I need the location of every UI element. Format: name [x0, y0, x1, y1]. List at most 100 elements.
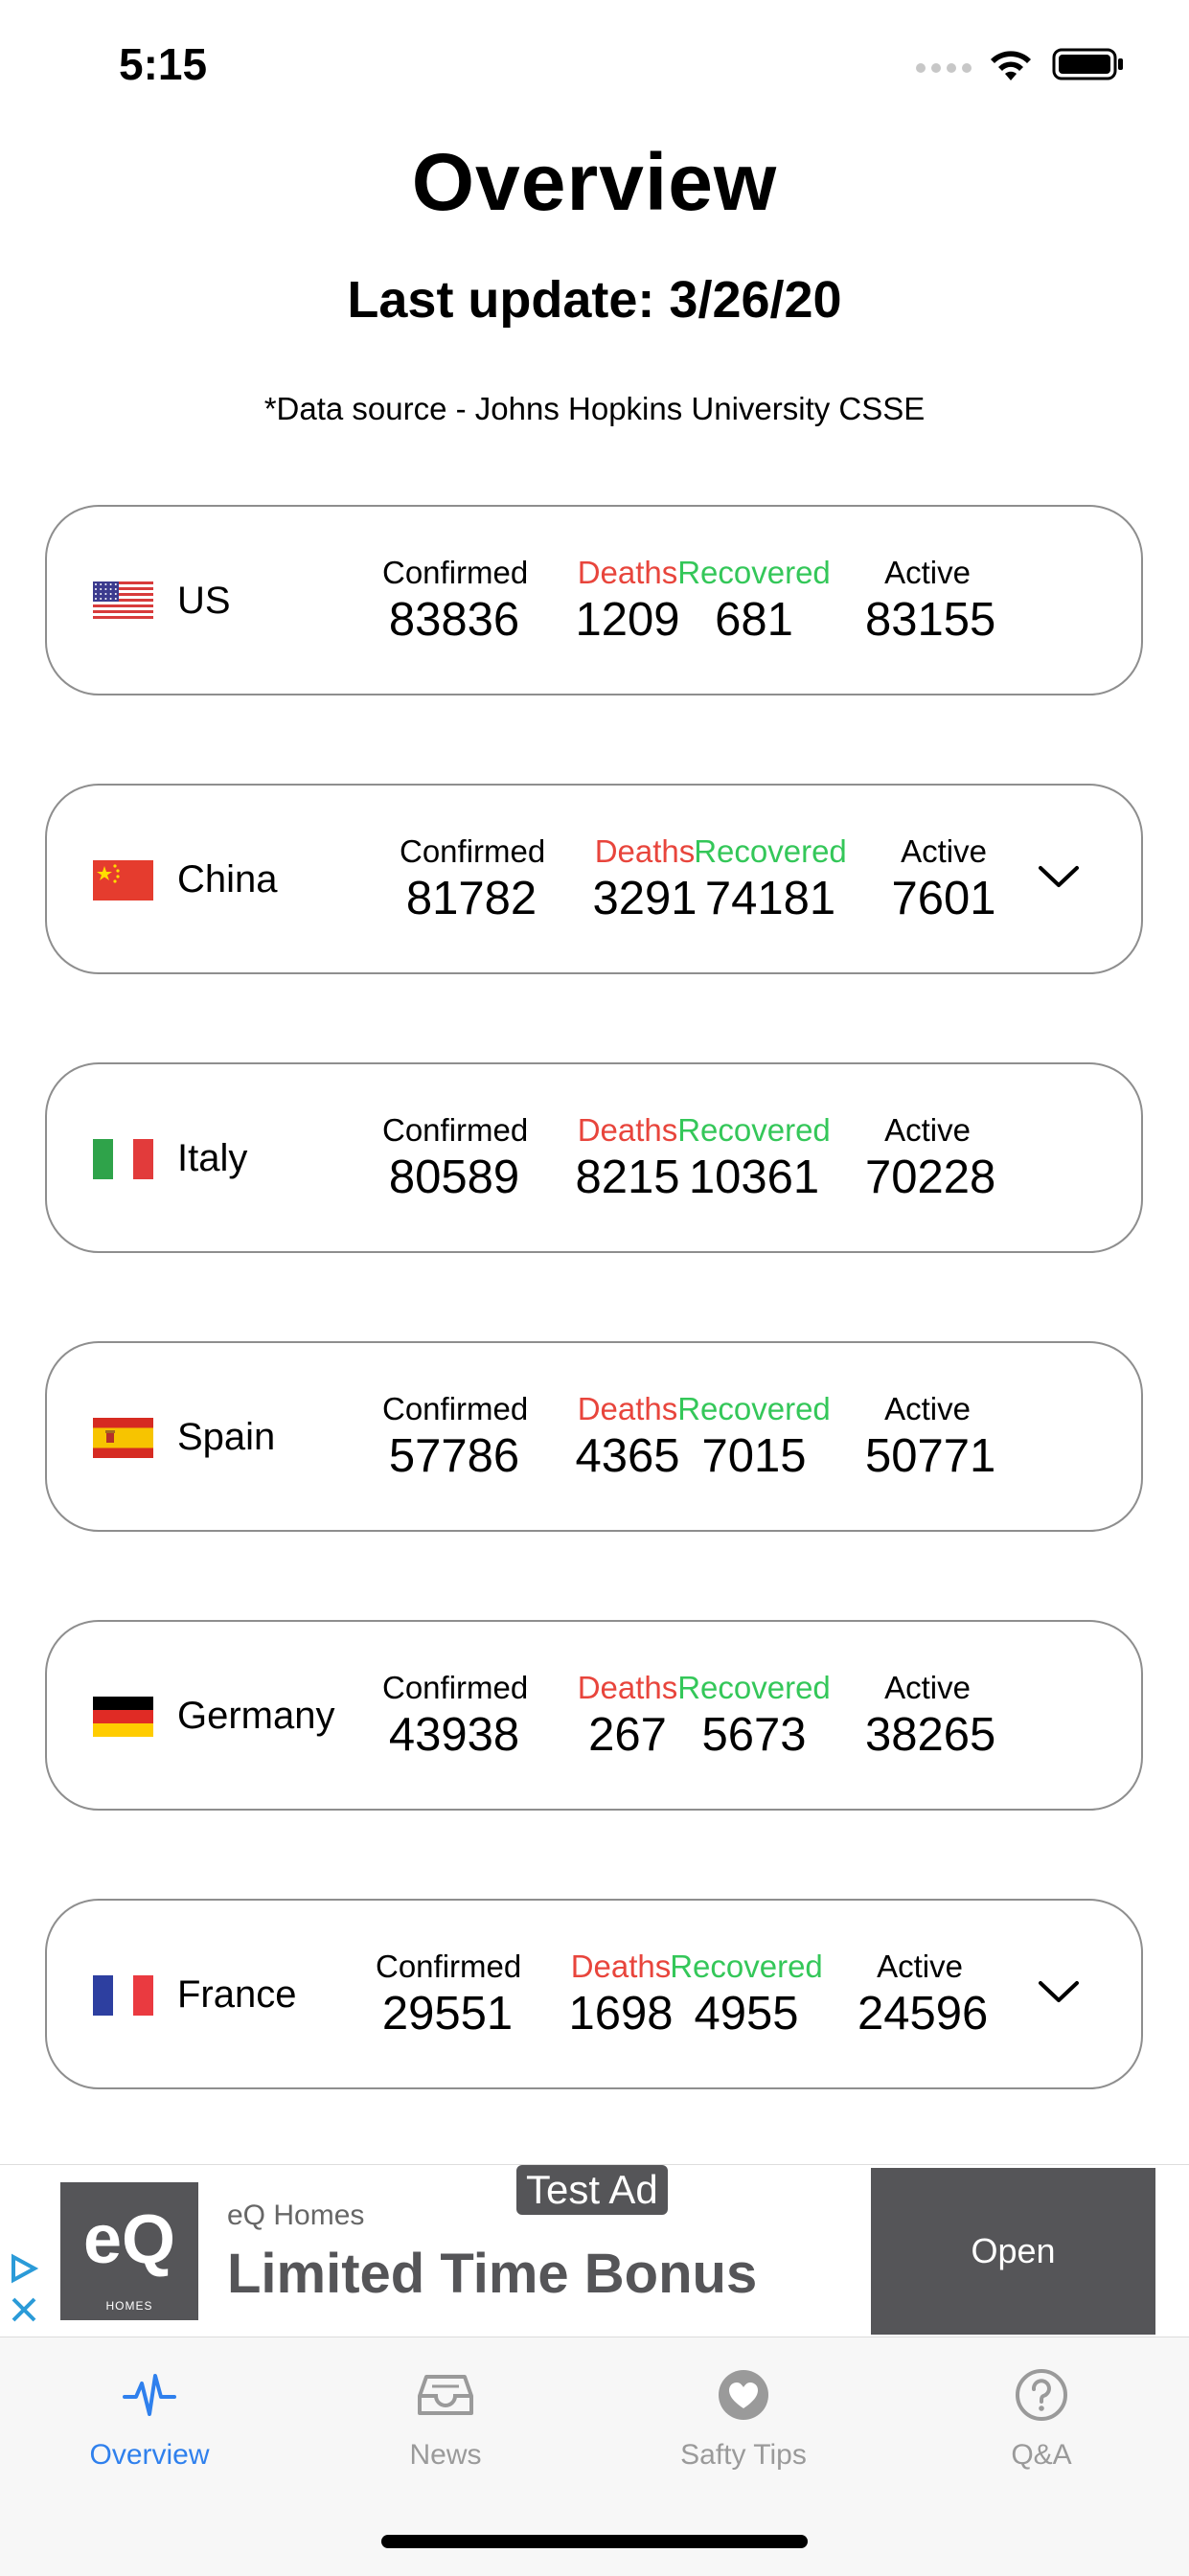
stat-confirmed: Confirmed 80589: [382, 1112, 529, 1204]
deaths-value: 4365: [575, 1430, 680, 1482]
ad-logo[interactable]: eQ HOMES: [60, 2182, 198, 2320]
data-source-text: *Data source - Johns Hopkins University …: [263, 391, 926, 426]
confirmed-label: Confirmed: [382, 1670, 529, 1705]
ad-headline[interactable]: Limited Time Bonus: [227, 2242, 757, 2306]
active-value: 7601: [891, 873, 996, 924]
stat-active: Active 70228: [865, 1112, 995, 1204]
active-label: Active: [884, 1391, 971, 1426]
stat-recovered: Recovered 74181: [689, 833, 852, 925]
italy-flag-icon: [93, 1139, 153, 1179]
tab-label: News: [409, 2439, 482, 2471]
stat-confirmed: Confirmed 83836: [382, 555, 529, 647]
recovered-value: 74181: [704, 873, 836, 924]
ad-logo-text: eQ: [82, 2201, 176, 2278]
status-bar: 5:15: [0, 0, 1189, 125]
stat-active: Active 38265: [865, 1670, 996, 1762]
stat-deaths: Deaths 3291: [592, 833, 697, 925]
country-card-us[interactable]: US Confirmed 83836 Deaths 1209 Recovered 681 Ac…: [45, 505, 1143, 695]
stat-deaths: Deaths 8215: [575, 1112, 680, 1204]
country-name: Italy: [177, 1137, 248, 1179]
ad-choices-icon[interactable]: [8, 2253, 42, 2330]
deaths-label: Deaths: [577, 1670, 678, 1705]
germany-flag-icon: [93, 1697, 153, 1737]
stat-recovered: Recovered 4955: [665, 1949, 828, 2040]
confirmed-value: 80589: [388, 1151, 520, 1203]
active-label: Active: [877, 1949, 963, 1984]
tab-label: Q&A: [1011, 2439, 1072, 2471]
stat-deaths: Deaths 267: [575, 1670, 680, 1762]
country-card-china[interactable]: China Confirmed 81782 Deaths 3291 Recovered 74…: [45, 784, 1143, 974]
deaths-label: Deaths: [577, 1112, 678, 1148]
deaths-label: Deaths: [577, 555, 678, 590]
confirmed-value: 83836: [388, 594, 520, 646]
ad-brand: eQ Homes: [227, 2200, 365, 2231]
country-card-germany[interactable]: Germany Confirmed 43938 Deaths 267 Recovered 5…: [45, 1620, 1143, 1811]
battery-icon: [1052, 48, 1123, 80]
china-flag-icon: [93, 860, 153, 900]
active-label: Active: [884, 1670, 971, 1705]
deaths-value: 267: [588, 1709, 667, 1761]
chevron-down-icon[interactable]: [1038, 862, 1080, 891]
stat-confirmed: Confirmed 81782: [400, 833, 545, 925]
country-card-italy[interactable]: Italy Confirmed 80589 Deaths 8215 Recovered 10…: [45, 1062, 1143, 1253]
status-time: 5:15: [119, 39, 208, 89]
recovered-label: Recovered: [670, 1949, 823, 1984]
country-name: France: [177, 1973, 297, 2016]
tab-qa[interactable]: Q&A: [936, 2364, 1147, 2472]
tab-overview[interactable]: Overview: [44, 2364, 255, 2472]
active-value: 24596: [857, 1988, 989, 2040]
confirmed-value: 81782: [405, 873, 537, 924]
confirmed-label: Confirmed: [376, 1949, 522, 1984]
stat-active: Active 83155: [865, 555, 995, 647]
stat-active: Active 24596: [857, 1949, 989, 2040]
active-label: Active: [884, 1112, 971, 1148]
active-value: 38265: [865, 1709, 996, 1761]
country-name: China: [177, 858, 278, 900]
deaths-value: 8215: [575, 1151, 680, 1203]
deaths-label: Deaths: [594, 833, 696, 869]
stat-recovered: Recovered 681: [673, 555, 835, 647]
signal-icon: [916, 63, 972, 73]
confirmed-label: Confirmed: [382, 1112, 529, 1148]
confirmed-value: 57786: [388, 1430, 520, 1482]
recovered-label: Recovered: [677, 1670, 831, 1705]
stat-confirmed: Confirmed 43938: [382, 1670, 529, 1762]
ad-banner[interactable]: eQ HOMES eQ Homes Limited Time Bonus Tes…: [0, 2164, 1189, 2337]
stat-deaths: Deaths 1209: [575, 555, 680, 647]
stat-confirmed: Confirmed 29551: [376, 1949, 522, 2040]
tab-label: Overview: [89, 2439, 210, 2471]
country-card-spain[interactable]: Spain Confirmed 57786 Deaths 4365 Recovered 70…: [45, 1341, 1143, 1532]
test-ad-badge: Test Ad: [516, 2165, 668, 2215]
recovered-value: 5673: [701, 1709, 807, 1761]
recovered-label: Recovered: [677, 1391, 831, 1426]
stat-recovered: Recovered 5673: [673, 1670, 835, 1762]
last-update-text: Last update: 3/26/20: [347, 271, 842, 329]
recovered-value: 7015: [701, 1430, 807, 1482]
country-name: US: [177, 580, 231, 622]
home-indicator[interactable]: [381, 2535, 808, 2548]
wifi-icon: [991, 51, 1031, 80]
active-value: 50771: [865, 1430, 996, 1482]
recovered-label: Recovered: [677, 1112, 831, 1148]
tab-news[interactable]: News: [340, 2364, 551, 2472]
stat-recovered: Recovered 7015: [673, 1391, 835, 1483]
country-name: Spain: [177, 1416, 276, 1458]
us-flag-icon: [93, 581, 153, 622]
recovered-value: 10361: [688, 1151, 820, 1203]
active-label: Active: [901, 833, 987, 869]
chevron-down-icon[interactable]: [1038, 1977, 1080, 2006]
country-card-france[interactable]: France Confirmed 29551 Deaths 1698 Recovered 4…: [45, 1899, 1143, 2089]
ad-open-button[interactable]: Open: [871, 2168, 1155, 2335]
tab-label: Safty Tips: [680, 2439, 807, 2471]
active-label: Active: [884, 555, 971, 590]
stat-active: Active 7601: [881, 833, 1006, 925]
tab-safety-tips[interactable]: Safty Tips: [638, 2364, 849, 2472]
heart-circle-icon: [719, 2370, 768, 2420]
recovered-value: 4955: [694, 1988, 799, 2040]
stat-active: Active 50771: [865, 1391, 996, 1483]
france-flag-icon: [93, 1975, 153, 2016]
confirmed-label: Confirmed: [382, 555, 529, 590]
stat-deaths: Deaths 4365: [575, 1391, 680, 1483]
recovered-value: 681: [715, 594, 793, 646]
confirmed-value: 29551: [381, 1988, 514, 2040]
